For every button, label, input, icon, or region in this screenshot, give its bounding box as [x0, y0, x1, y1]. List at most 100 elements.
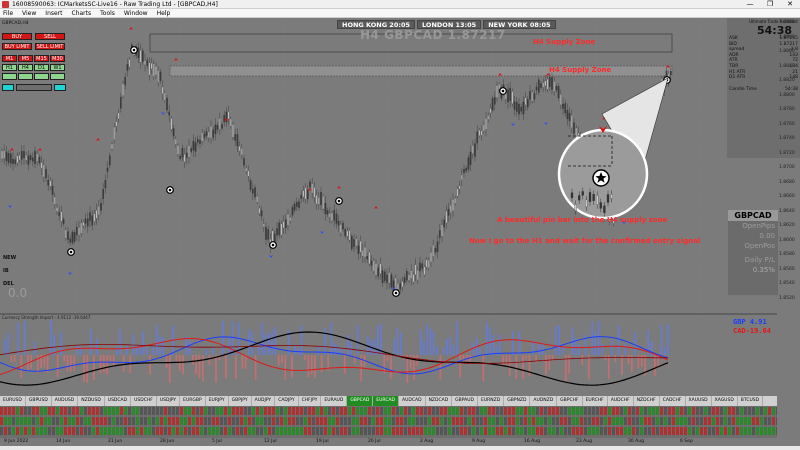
heat-cell — [504, 407, 507, 415]
tf-extra-2[interactable] — [18, 73, 33, 80]
sell-limit-button[interactable]: SELL LIMIT — [35, 43, 65, 50]
candle-body — [38, 157, 41, 163]
buy-limit-button[interactable]: BUY LIMIT — [2, 43, 32, 50]
strength-bar — [314, 355, 316, 378]
menu-view[interactable]: View — [22, 10, 36, 17]
tab-audjpy[interactable]: AUDJPY — [252, 396, 276, 406]
tab-nzdchf[interactable]: NZDCHF — [634, 396, 660, 406]
tf-m5-button[interactable]: M5 — [18, 55, 33, 62]
tab-audnzd[interactable]: AUDNZD — [530, 396, 558, 406]
tab-euraud[interactable]: EURAUD — [321, 396, 348, 406]
close-button[interactable]: ✕ — [780, 0, 800, 9]
tab-cadchf[interactable]: CADCHF — [660, 396, 686, 406]
tab-usdcad[interactable]: USDCAD — [105, 396, 132, 406]
candle-body — [322, 196, 324, 210]
heat-cell — [744, 427, 747, 435]
sell-button[interactable]: SELL — [35, 33, 65, 40]
tab-nzdcad[interactable]: NZDCAD — [426, 396, 453, 406]
tab-xauusd[interactable]: XAUUSD — [686, 396, 712, 406]
tab-usdchf[interactable]: USDCHF — [131, 396, 157, 406]
tab-gbpnzd[interactable]: GBPNZD — [504, 396, 531, 406]
tab-audcad[interactable]: AUDCAD — [399, 396, 426, 406]
candle-body — [122, 83, 124, 96]
tab-usdjpy[interactable]: USDJPY — [157, 396, 181, 406]
tf-w1-button[interactable]: W1 — [50, 64, 65, 71]
tab-eurgbp[interactable]: EURGBP — [180, 396, 206, 406]
heat-cell — [228, 427, 231, 435]
strength-bar — [525, 355, 527, 360]
tab-eurcad[interactable]: EURCAD — [373, 396, 400, 406]
menu-insert[interactable]: Insert — [45, 10, 62, 17]
candle-body — [124, 77, 126, 86]
candle-body — [373, 260, 375, 272]
tab-gbpaud[interactable]: GBPAUD — [452, 396, 479, 406]
tf-h1-button[interactable]: H1 — [2, 64, 17, 71]
heat-cell — [588, 407, 591, 415]
tab-gbpjpy[interactable]: GBPJPY — [229, 396, 252, 406]
menu-window[interactable]: Window — [124, 10, 148, 17]
tab-gbpusd[interactable]: GBPUSD — [26, 396, 52, 406]
tab-gbpcad[interactable]: GBPCAD — [347, 396, 374, 406]
heat-cell — [504, 417, 507, 425]
candle-body — [419, 262, 421, 272]
heat-cell — [616, 427, 619, 435]
tab-eurjpy[interactable]: EURJPY — [206, 396, 229, 406]
tab-eurchf[interactable]: EURCHF — [583, 396, 608, 406]
lot-minus-button[interactable] — [2, 84, 14, 91]
heat-cell — [760, 427, 763, 435]
tf-m30-button[interactable]: M30 — [50, 55, 65, 62]
heat-cell — [480, 417, 483, 425]
heat-cell — [560, 427, 563, 435]
buy-button[interactable]: BUY — [2, 33, 32, 40]
tab-btcusd[interactable]: BTCUSD — [738, 396, 764, 406]
heat-cell — [272, 427, 275, 435]
heat-cell — [284, 407, 287, 415]
tf-m1-button[interactable]: M1 — [2, 55, 17, 62]
heat-cell — [164, 417, 167, 425]
tab-chfjpy[interactable]: CHFJPY — [299, 396, 322, 406]
minimize-button[interactable]: — — [740, 0, 760, 9]
tab-eurnzd[interactable]: EURNZD — [478, 396, 505, 406]
tab-gbpchf[interactable]: GBPCHF — [557, 396, 583, 406]
tab-audusd[interactable]: AUDUSD — [52, 396, 79, 406]
heat-cell — [364, 407, 367, 415]
strength-bar — [446, 338, 448, 355]
ib-button[interactable]: IB — [3, 265, 16, 278]
heat-cell — [660, 427, 663, 435]
heat-cell — [80, 407, 83, 415]
candle-body — [412, 274, 415, 283]
menu-file[interactable]: File — [3, 10, 13, 17]
candle-body — [469, 151, 472, 165]
heat-cell — [696, 427, 699, 435]
menu-tools[interactable]: Tools — [100, 10, 115, 17]
heat-cell — [740, 427, 743, 435]
tab-audchf[interactable]: AUDCHF — [608, 396, 634, 406]
tf-extra-4[interactable] — [50, 73, 65, 80]
lot-plus-button[interactable] — [54, 84, 66, 91]
strength-bar — [175, 355, 178, 363]
heat-cell — [72, 427, 75, 435]
lot-field[interactable] — [16, 84, 52, 91]
tab-cadjpy[interactable]: CADJPY — [275, 396, 299, 406]
menu-charts[interactable]: Charts — [72, 10, 92, 17]
maximize-button[interactable]: ❐ — [760, 0, 780, 9]
tf-h4-button[interactable]: H4 — [18, 64, 33, 71]
candle-body — [498, 84, 500, 90]
new-order-button[interactable]: NEW — [3, 252, 16, 265]
tab-xagusd[interactable]: XAGUSD — [712, 396, 738, 406]
menu-help[interactable]: Help — [157, 10, 171, 17]
tf-extra-1[interactable] — [2, 73, 17, 80]
heat-cell — [336, 417, 339, 425]
tf-d1-button[interactable]: D1 — [34, 64, 49, 71]
heat-cell — [572, 407, 575, 415]
tf-extra-3[interactable] — [34, 73, 49, 80]
tf-m15-button[interactable]: M15 — [34, 55, 49, 62]
tab-nzdusd[interactable]: NZDUSD — [78, 396, 105, 406]
heat-cell — [96, 427, 99, 435]
heat-cell — [412, 417, 415, 425]
heat-cell — [564, 407, 567, 415]
price-tick: 1.8700 — [779, 165, 795, 170]
candle-body — [25, 154, 27, 161]
heat-cell — [752, 427, 755, 435]
tab-eurusd[interactable]: EURUSD — [0, 396, 26, 406]
